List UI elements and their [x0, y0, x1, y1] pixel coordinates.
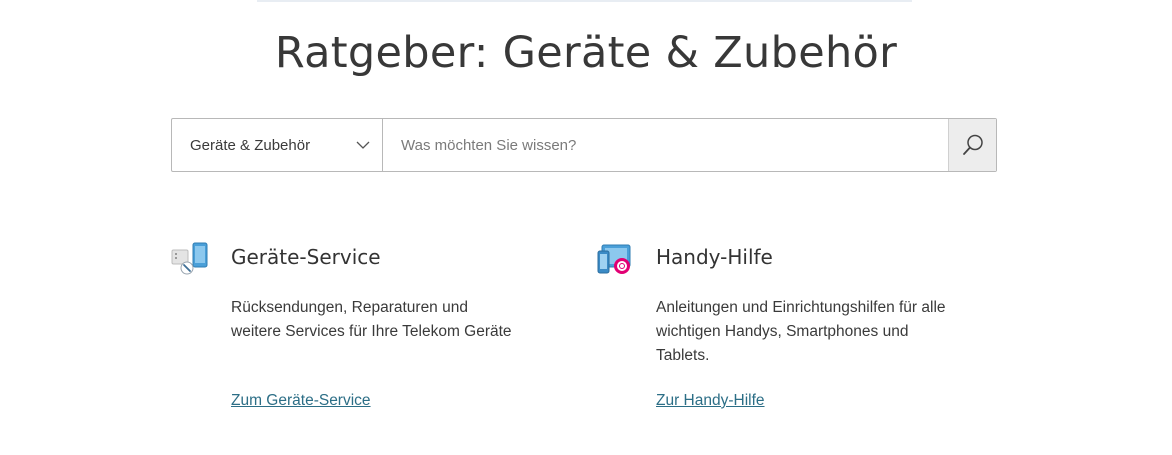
search-bar: Geräte & Zubehör [171, 118, 997, 172]
top-divider [257, 0, 912, 2]
card-description: Rücksendungen, Reparaturen und weitere S… [231, 299, 512, 340]
handy-hilfe-link[interactable]: Zur Handy-Hilfe [656, 392, 765, 410]
devices-service-icon [171, 242, 208, 275]
search-button[interactable] [948, 119, 996, 171]
chevron-down-icon [356, 141, 370, 149]
search-input[interactable] [383, 119, 948, 171]
category-select[interactable]: Geräte & Zubehör [172, 119, 383, 171]
category-select-value: Geräte & Zubehör [190, 136, 311, 154]
geraete-service-link[interactable]: Zum Geräte-Service [231, 392, 371, 410]
page-title: Ratgeber: Geräte & Zubehör [274, 28, 898, 78]
card-title: Handy-Hilfe [656, 245, 773, 269]
search-icon [962, 134, 983, 155]
card-title: Geräte-Service [231, 245, 381, 269]
phone-help-icon [597, 244, 631, 274]
card-description: Anleitungen und Einrichtungshilfen für a… [656, 299, 946, 364]
